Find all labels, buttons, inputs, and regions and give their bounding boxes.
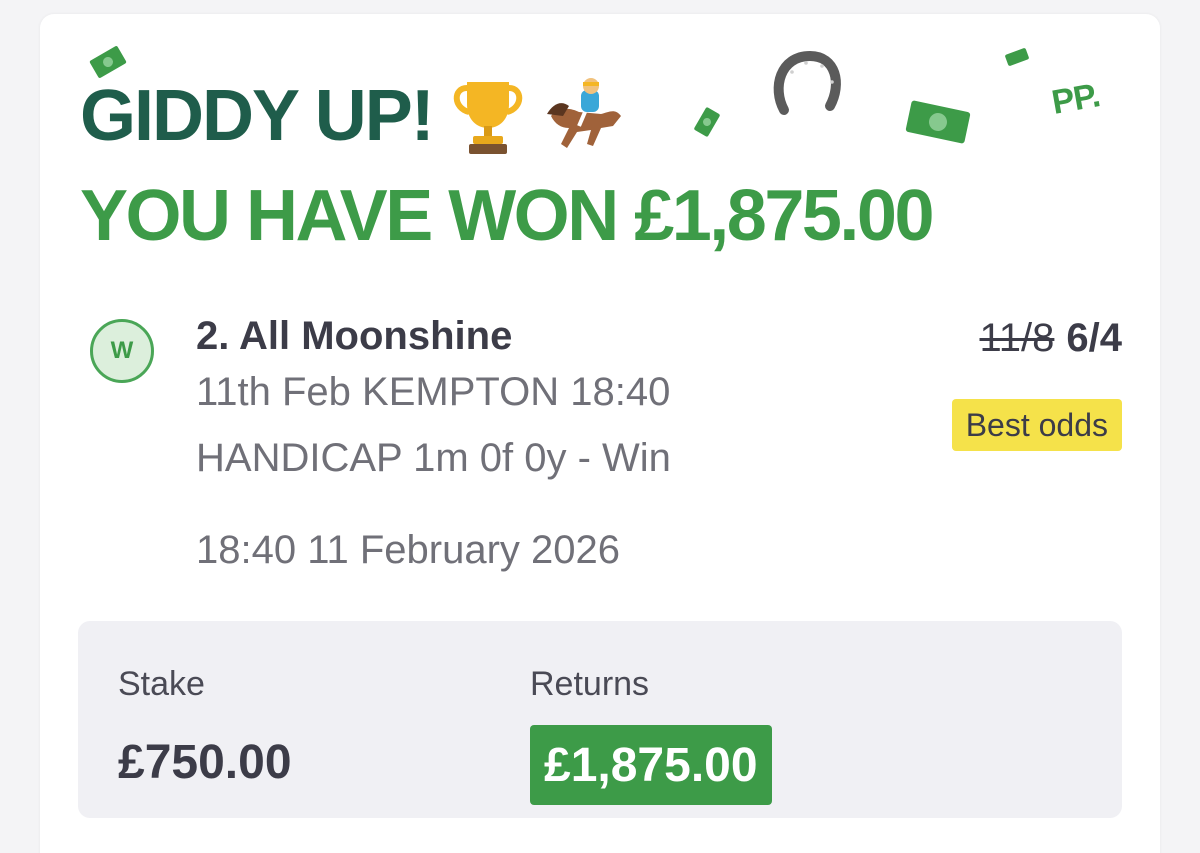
headline-winnings: YOU HAVE WON £1,875.00 (80, 176, 935, 256)
best-odds-badge: Best odds (951, 399, 1122, 451)
brand-logo: PP. (1048, 76, 1103, 122)
selection-name: 2. All Moonshine (196, 314, 513, 358)
current-odds: 6/4 (1066, 316, 1122, 360)
banknote-icon (1005, 48, 1029, 66)
banknote-icon (905, 100, 971, 144)
horseshoe-icon (773, 50, 841, 115)
odds: 11/8 6/4 (980, 316, 1123, 361)
win-badge-icon: W (90, 319, 154, 383)
banknote-icon (694, 107, 720, 137)
event-meeting: 11th Feb KEMPTON 18:40 (196, 370, 671, 414)
headline-giddy-up: GIDDY UP! (80, 76, 435, 156)
headline-line-1: GIDDY UP! (80, 74, 627, 158)
stake-label: Stake (118, 665, 205, 703)
original-odds: 11/8 (979, 316, 1055, 360)
horse-racing-icon (546, 78, 621, 148)
stake-value: £750.00 (118, 736, 292, 789)
stake-returns-panel: Stake £750.00 Returns £1,875.00 (78, 621, 1122, 818)
bet-receipt-card: PP. GIDDY UP! YOU HAVE WON £1,875.00 W 2… (40, 14, 1160, 853)
trophy-icon (453, 82, 522, 154)
returns-value: £1,875.00 (530, 725, 772, 805)
returns-label: Returns (530, 665, 650, 703)
event-datetime: 18:40 11 February 2026 (196, 528, 621, 572)
event-market: HANDICAP 1m 0f 0y - Win (196, 436, 671, 480)
